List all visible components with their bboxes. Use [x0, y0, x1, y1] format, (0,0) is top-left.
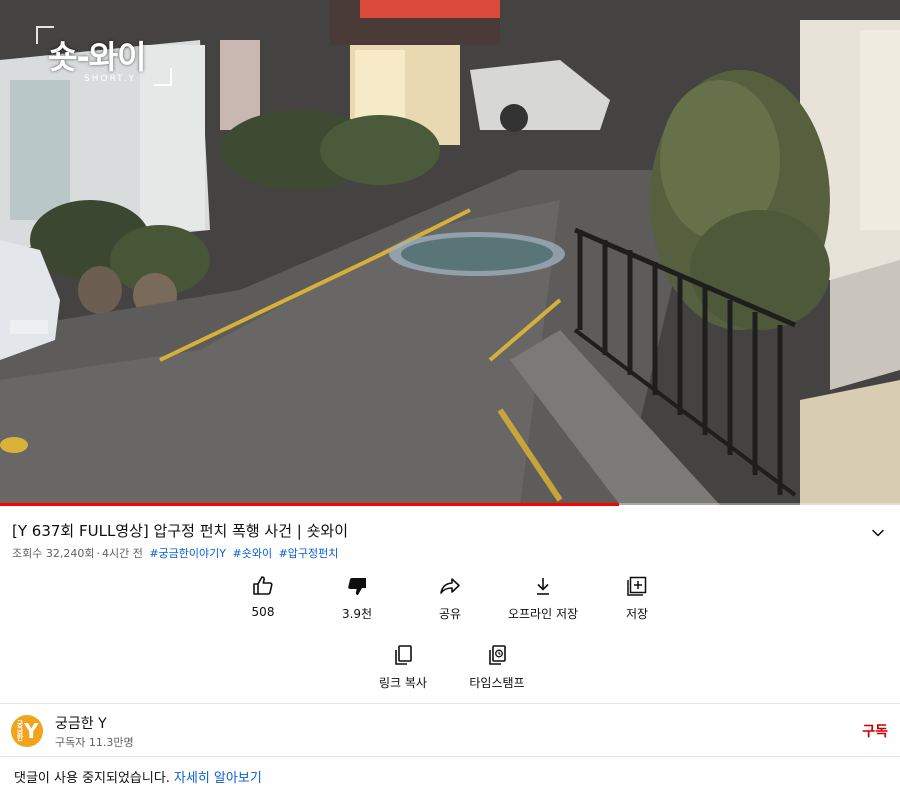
avatar-letter: Y [24, 719, 39, 743]
save-label: 저장 [625, 607, 649, 621]
watermark-title: 숏-와이 [48, 38, 147, 76]
progress-fill [0, 503, 620, 506]
copy-icon [395, 645, 412, 665]
video-title: [Y 637회 FULL영상] 압구정 펀치 폭행 사건 | 숏와이 [12, 522, 349, 540]
channel-name[interactable]: 궁금한 Y [55, 713, 107, 733]
chevron-down-icon[interactable] [868, 523, 888, 543]
hashtag-link[interactable]: #압구정펀치 [279, 547, 339, 560]
channel-watermark: 숏-와이 SHORT.Y [34, 24, 174, 88]
subscriber-count: 구독자 11.3만명 [55, 736, 134, 749]
avatar-small-text: 궁금한 [16, 720, 24, 741]
comments-disabled-text: 댓글이 사용 중지되었습니다. [14, 771, 170, 786]
timestamp-button[interactable]: 타임스탬프 [442, 643, 552, 699]
video-player[interactable]: 숏-와이 SHORT.Y [0, 0, 900, 505]
learn-more-link[interactable]: 자세히 알아보기 [174, 771, 262, 786]
upload-time: 4시간 전 [101, 547, 143, 560]
save-button[interactable]: 저장 [582, 574, 692, 630]
thumbs-up-icon [253, 576, 273, 595]
action-bar: 508 3.9천 공유 오프라인 저장 저장 [0, 574, 900, 634]
watermark-frame-corner [154, 68, 172, 86]
watermark-subtitle: SHORT.Y [84, 74, 136, 84]
subscribe-button[interactable]: 구독 [862, 721, 888, 741]
hashtag-link[interactable]: #숏와이 [232, 547, 272, 560]
divider [0, 756, 900, 757]
thumbs-down-icon [348, 578, 366, 595]
channel-row[interactable]: 궁금한 Y 궁금한 Y 구독자 11.3만명 구독 [0, 704, 900, 756]
comments-disabled-notice: 댓글이 사용 중지되었습니다. 자세히 알아보기 [14, 767, 262, 786]
title-row[interactable]: [Y 637회 FULL영상] 압구정 펀치 폭행 사건 | 숏와이 [12, 520, 884, 546]
meta-separator: · [96, 547, 100, 560]
video-meta: 조회수 32,240회 · 4시간 전 #궁금한이야기Y #숏와이 #압구정펀치 [12, 546, 338, 562]
share-arrow-icon [440, 578, 460, 594]
channel-avatar[interactable]: 궁금한 Y [11, 715, 43, 747]
timestamp-label: 타임스탬프 [469, 676, 525, 690]
hashtag-link[interactable]: #궁금한이야기Y [149, 547, 226, 560]
download-icon [537, 578, 549, 595]
action-bar-secondary: 링크 복사 타임스탬프 [0, 643, 900, 699]
timestamp-icon [489, 645, 506, 665]
add-to-playlist-icon [627, 576, 647, 596]
view-count: 조회수 32,240회 [12, 547, 95, 560]
